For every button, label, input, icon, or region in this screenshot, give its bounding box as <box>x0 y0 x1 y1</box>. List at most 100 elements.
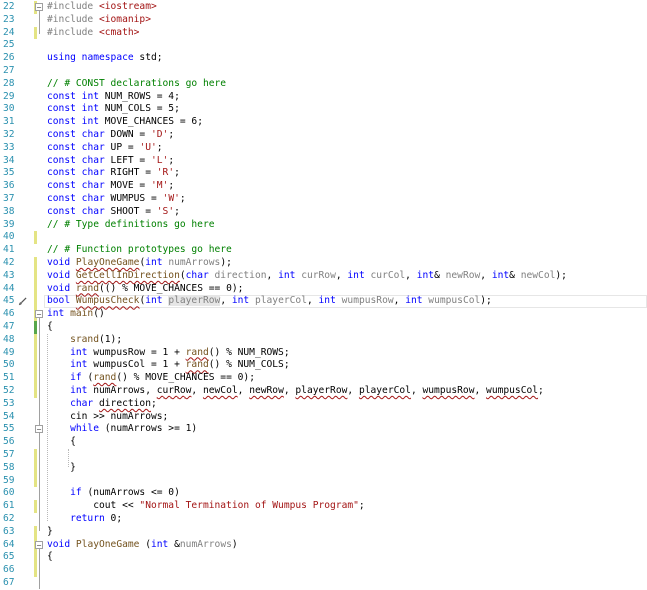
code-token: , <box>335 269 348 281</box>
code-line[interactable]: 59 <box>0 475 647 488</box>
paintbrush-icon[interactable] <box>18 297 27 306</box>
code-token: newRow <box>445 269 481 281</box>
code-editor[interactable]: 22 #include <iostream> 23 #include <iomanip… <box>0 0 647 589</box>
code-line[interactable]: 30 const int NUM_COLS = 5; <box>0 103 647 116</box>
code-token: , <box>220 295 232 307</box>
code-token: while <box>70 423 99 435</box>
line-number: 22 <box>3 1 15 12</box>
line-number: 39 <box>3 218 15 230</box>
code-token: <iostream> <box>98 1 157 12</box>
code-line[interactable]: 56 { <box>0 436 647 449</box>
collapse-icon[interactable]: − <box>35 3 43 12</box>
code-token: #include <box>47 13 99 25</box>
code-line[interactable]: 61 cout << "Normal Termination of Wumpus… <box>0 500 647 513</box>
code-line[interactable]: 62 return 0; <box>0 513 647 526</box>
code-token: if <box>70 372 82 384</box>
change-marker <box>34 257 37 309</box>
code-line[interactable]: 54 cin >> numArrows; <box>0 411 647 424</box>
collapse-icon[interactable]: − <box>35 425 43 434</box>
code-token: int <box>231 295 250 307</box>
code-token: ; <box>156 141 163 153</box>
code-line[interactable]: 34 const char LEFT = 'L'; <box>0 155 647 168</box>
code-token: 'R' <box>156 167 175 179</box>
code-line[interactable]: 44 void rand(() % MOVE_CHANCES == 0); <box>0 283 647 296</box>
code-line[interactable]: 32 const char DOWN = 'D'; <box>0 129 647 142</box>
code-line[interactable]: 39 // # Type definitions go here <box>0 219 647 232</box>
code-text: #include <cmath> <box>47 27 139 40</box>
code-token: curRow <box>301 269 336 281</box>
code-token: ; <box>358 500 365 512</box>
code-token: , <box>266 269 279 281</box>
code-token: const <box>47 193 76 204</box>
code-token: char <box>185 269 209 281</box>
code-token: (() % MOVE_CHANCES == 0); <box>99 282 244 294</box>
code-line[interactable]: 46 int main() <box>0 308 647 321</box>
code-line[interactable]: 26 using namespace std; <box>0 52 647 65</box>
code-line[interactable]: 50 int wumpusCol = 1 + rand() % NUM_COLS… <box>0 359 647 372</box>
code-token: wumpusRow <box>422 385 475 396</box>
code-line[interactable]: 58 } <box>0 462 647 475</box>
code-line[interactable]: 29 const int NUM_ROWS = 4; <box>0 91 647 104</box>
code-line[interactable]: 25 <box>0 39 647 52</box>
code-line[interactable]: 35 const char RIGHT = 'R'; <box>0 167 647 180</box>
code-token: namespace <box>81 52 134 64</box>
code-line[interactable]: 27 <box>0 65 647 78</box>
code-text: cin >> numArrows; <box>47 411 168 424</box>
code-line[interactable]: 57 <box>0 449 647 462</box>
code-line[interactable]: 41 // # Function prototypes go here <box>0 244 647 257</box>
code-line[interactable]: 51 if (rand() % MOVE_CHANCES == 0); <box>0 372 647 385</box>
line-number: 33 <box>3 141 15 153</box>
code-line[interactable]: 36 const char MOVE = 'M'; <box>0 180 647 193</box>
code-token: const <box>47 129 76 140</box>
code-line[interactable]: 63} <box>0 526 647 539</box>
code-token: using <box>47 52 76 64</box>
code-line[interactable]: 52 int numArrows, curRow, newCol, newRow… <box>0 385 647 398</box>
code-line[interactable]: 31 const int MOVE_CHANCES = 6; <box>0 116 647 129</box>
code-line[interactable]: 42 void PlayOneGame(int numArrows); <box>0 257 647 270</box>
code-line[interactable]: 40 <box>0 231 647 244</box>
code-token: direction <box>214 269 267 281</box>
collapse-icon[interactable]: − <box>35 310 43 319</box>
code-line[interactable]: 24 #include <cmath> <box>0 27 647 40</box>
code-token: if <box>70 487 82 499</box>
code-line[interactable]: 23 #include <iomanip> <box>0 14 647 27</box>
line-number: 64 <box>3 538 15 550</box>
code-line[interactable]: 48 srand(1); <box>0 334 647 347</box>
code-token: , <box>405 269 417 281</box>
line-number: 65 <box>3 551 15 563</box>
code-line[interactable]: 47 { <box>0 321 647 334</box>
line-number: 59 <box>3 474 15 486</box>
code-line[interactable]: 66 <box>0 564 647 577</box>
code-line[interactable]: 64 void PlayOneGame (int &numArrows) <box>0 539 647 552</box>
code-line[interactable]: 55 while (numArrows >= 1) <box>0 423 647 436</box>
code-token: return <box>70 513 105 524</box>
code-line[interactable]: 49 int wumpusRow = 1 + rand() % NUM_ROWS… <box>0 347 647 360</box>
code-token: int <box>70 359 88 371</box>
change-marker <box>34 321 37 334</box>
code-token: WUMPUS = <box>104 193 163 204</box>
change-marker <box>34 525 37 539</box>
code-text: const char WUMPUS = 'W'; <box>47 193 186 206</box>
code-token: rand <box>75 282 99 294</box>
code-line[interactable]: 38 const char SHOOT = 'S'; <box>0 206 647 219</box>
line-number: 27 <box>3 65 15 76</box>
code-token: (numArrows >= 1) <box>99 423 198 435</box>
code-line[interactable]: 60 if (numArrows <= 0) <box>0 487 647 500</box>
code-line[interactable]: 22 #include <iostream> <box>0 1 647 14</box>
code-line[interactable]: 37 const char WUMPUS = 'W'; <box>0 193 647 206</box>
code-token: char <box>81 205 105 217</box>
code-line[interactable]: 53 char direction; <box>0 398 647 411</box>
code-line[interactable]: 33 const char UP = 'U'; <box>0 142 647 155</box>
collapse-icon[interactable]: − <box>35 540 43 549</box>
code-line[interactable]: 65 { <box>0 551 647 564</box>
code-token: ; <box>168 154 175 166</box>
code-line[interactable]: 28 // # CONST declarations go here <box>0 78 647 91</box>
code-line[interactable]: 43 void GetCellInDirection(char direction… <box>0 270 647 283</box>
code-token: 'L' <box>151 154 169 166</box>
code-line[interactable]: 45 bool WumpusCheck(int playerRow, int pl… <box>0 295 647 308</box>
code-text: const char DOWN = 'D'; <box>47 129 174 142</box>
